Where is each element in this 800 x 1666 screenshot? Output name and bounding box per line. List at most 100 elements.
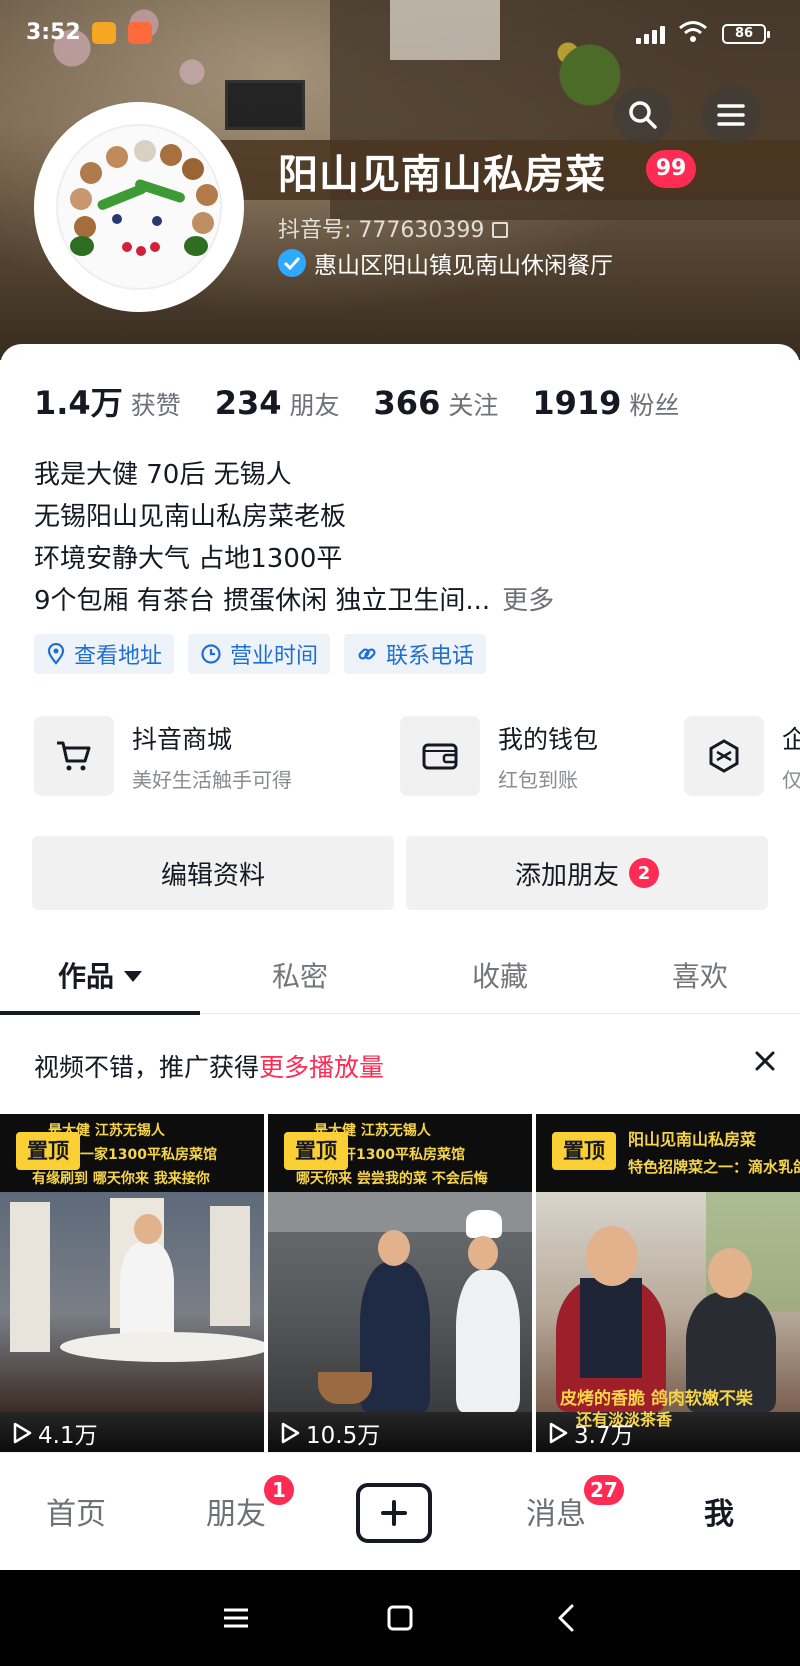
promo-text: 视频不错，推广获得: [34, 1053, 260, 1082]
pinned-badge: 置顶: [16, 1132, 80, 1170]
battery-icon: 86: [722, 24, 770, 44]
notification-app-icon: [92, 22, 116, 44]
pinned-badge: 置顶: [284, 1132, 348, 1170]
vest: [580, 1278, 642, 1378]
tab-works[interactable]: 作品: [0, 940, 200, 1015]
play-count-text: 10.5万: [306, 1423, 381, 1449]
stat-following[interactable]: 366 关注: [374, 384, 499, 422]
avatar[interactable]: [34, 102, 244, 312]
video-thumbnail: [0, 1192, 264, 1412]
home-square-icon[interactable]: [382, 1600, 418, 1636]
dining-table: [60, 1332, 264, 1362]
verified-label: 惠山区阳山镇见南山休闲餐厅: [278, 246, 613, 280]
bio-line: 我是大健 70后 无锡人: [34, 460, 292, 490]
stat-friends-num: 234: [214, 384, 282, 422]
back-icon[interactable]: [550, 1600, 586, 1636]
system-nav-bar: [0, 1570, 800, 1666]
promo-highlight: 更多播放量: [259, 1053, 385, 1082]
pinned-badge: 置顶: [552, 1132, 616, 1170]
status-bar: 3:52 86: [0, 0, 800, 64]
person-face: [378, 1230, 410, 1266]
promo-banner[interactable]: 视频不错，推广获得更多播放量: [34, 1048, 384, 1084]
tag-hours-label: 营业时间: [230, 644, 319, 669]
search-button[interactable]: [614, 86, 672, 144]
create-post-button[interactable]: [356, 1483, 432, 1543]
pot: [318, 1372, 372, 1404]
person-face: [586, 1226, 638, 1286]
play-icon: [281, 1422, 300, 1444]
stat-followers-num: 1919: [532, 384, 622, 422]
painting-scroll: [10, 1202, 50, 1352]
level-badge[interactable]: 99: [646, 150, 696, 188]
recent-apps-icon[interactable]: [218, 1600, 254, 1636]
bio-line: 无锡阳山见南山私房菜老板: [34, 502, 347, 532]
profile-stats: 1.4万 获赞 234 朋友 366 关注 1919 粉丝: [34, 378, 713, 424]
play-icon: [549, 1422, 568, 1444]
play-count: 4.1万: [12, 1416, 98, 1450]
tab-likes[interactable]: 喜欢: [600, 940, 800, 1014]
video-card-1[interactable]: 是大健 江苏无锡人 开一家1300平私房菜馆 有缘刷到 哪天你来 我来接你 置顶…: [0, 1114, 264, 1454]
profile-name: 阳山见南山私房菜: [278, 152, 606, 198]
video-thumbnail: [268, 1192, 532, 1412]
stat-likes[interactable]: 1.4万 获赞: [34, 378, 181, 424]
menu-button[interactable]: [702, 86, 760, 144]
play-count-text: 4.1万: [38, 1423, 98, 1449]
nav-messages[interactable]: 消息: [526, 1489, 586, 1533]
profile-tabs: 作品 私密 收藏 喜欢: [0, 940, 800, 1015]
service-enterprise-box: [684, 716, 764, 796]
edit-profile-button[interactable]: 编辑资料: [32, 836, 394, 910]
tag-address-label: 查看地址: [74, 644, 163, 669]
video-card-2[interactable]: 是大健 江苏无锡人 山开1300平私房菜馆 哪天你来 尝尝我的菜 不会后悔 置顶…: [268, 1114, 532, 1454]
stat-friends-label: 朋友: [289, 391, 340, 420]
nav-messages-badge: 27: [582, 1473, 626, 1507]
video-caption-line: 开一家1300平私房菜馆: [66, 1147, 217, 1163]
phone-icon: [358, 648, 376, 660]
add-friend-button[interactable]: 添加朋友 2: [406, 836, 768, 910]
tab-favorites[interactable]: 收藏: [400, 940, 600, 1014]
service-mall-box: [34, 716, 114, 796]
nav-home[interactable]: 首页: [46, 1489, 106, 1533]
cart-icon: [57, 741, 91, 771]
shopping-app-icon: [128, 22, 152, 44]
service-wallet-subtitle: 红包到账: [498, 767, 578, 792]
wifi-icon: [678, 20, 708, 44]
clock-icon: [201, 644, 221, 664]
wallet-icon: [422, 743, 458, 770]
person-face: [468, 1236, 498, 1270]
service-enterprise[interactable]: 企 仅: [684, 714, 800, 798]
tab-private[interactable]: 私密: [200, 940, 400, 1014]
video-card-3[interactable]: 阳山见南山私房菜 特色招牌菜之一：滴水乳鸽 皮烤的香脆 鸽肉软嫩不柴 还有淡淡茶…: [536, 1114, 800, 1454]
tag-hours[interactable]: 营业时间: [188, 634, 331, 674]
signal-icon: [636, 24, 666, 44]
service-wallet[interactable]: 我的钱包 红包到账: [400, 714, 598, 798]
person-face: [134, 1214, 162, 1244]
stat-friends[interactable]: 234 朋友: [215, 384, 340, 422]
tag-address[interactable]: 查看地址: [34, 634, 175, 674]
painting-scroll: [210, 1206, 250, 1326]
plus-icon: [381, 1500, 407, 1526]
chef-hat: [466, 1210, 502, 1238]
service-enterprise-title: 企: [782, 724, 800, 754]
video-thumbnail: [536, 1192, 800, 1412]
nav-me[interactable]: 我: [704, 1489, 734, 1533]
bio-more-link[interactable]: 更多: [502, 586, 554, 616]
douyin-id[interactable]: 抖音号: 777630399: [278, 212, 509, 244]
service-row: 抖音商城 美好生活触手可得 我的钱包 红包到账 企 仅: [34, 714, 800, 798]
douyin-id-text: 抖音号: 777630399: [278, 218, 485, 243]
profile-sheet: 1.4万 获赞 234 朋友 366 关注 1919 粉丝 我是大健 70后 无…: [0, 344, 800, 1570]
add-friend-badge: 2: [629, 858, 659, 888]
stat-followers[interactable]: 1919 粉丝: [532, 384, 679, 422]
stat-following-label: 关注: [448, 391, 499, 420]
menu-icon: [717, 104, 745, 126]
search-icon: [629, 101, 657, 129]
qr-code-icon[interactable]: [492, 222, 509, 238]
service-enterprise-text: 企 仅: [782, 720, 800, 793]
nav-friends[interactable]: 朋友: [206, 1489, 266, 1533]
video-caption-line: 哪天你来 尝尝我的菜 不会后悔: [296, 1171, 488, 1187]
service-mall-text: 抖音商城 美好生活触手可得: [132, 720, 292, 793]
service-mall[interactable]: 抖音商城 美好生活触手可得: [34, 714, 292, 798]
play-count-text: 3.7万: [574, 1423, 634, 1449]
tag-phone[interactable]: 联系电话: [344, 634, 487, 674]
close-icon[interactable]: [752, 1048, 778, 1074]
stat-followers-label: 粉丝: [629, 391, 680, 420]
